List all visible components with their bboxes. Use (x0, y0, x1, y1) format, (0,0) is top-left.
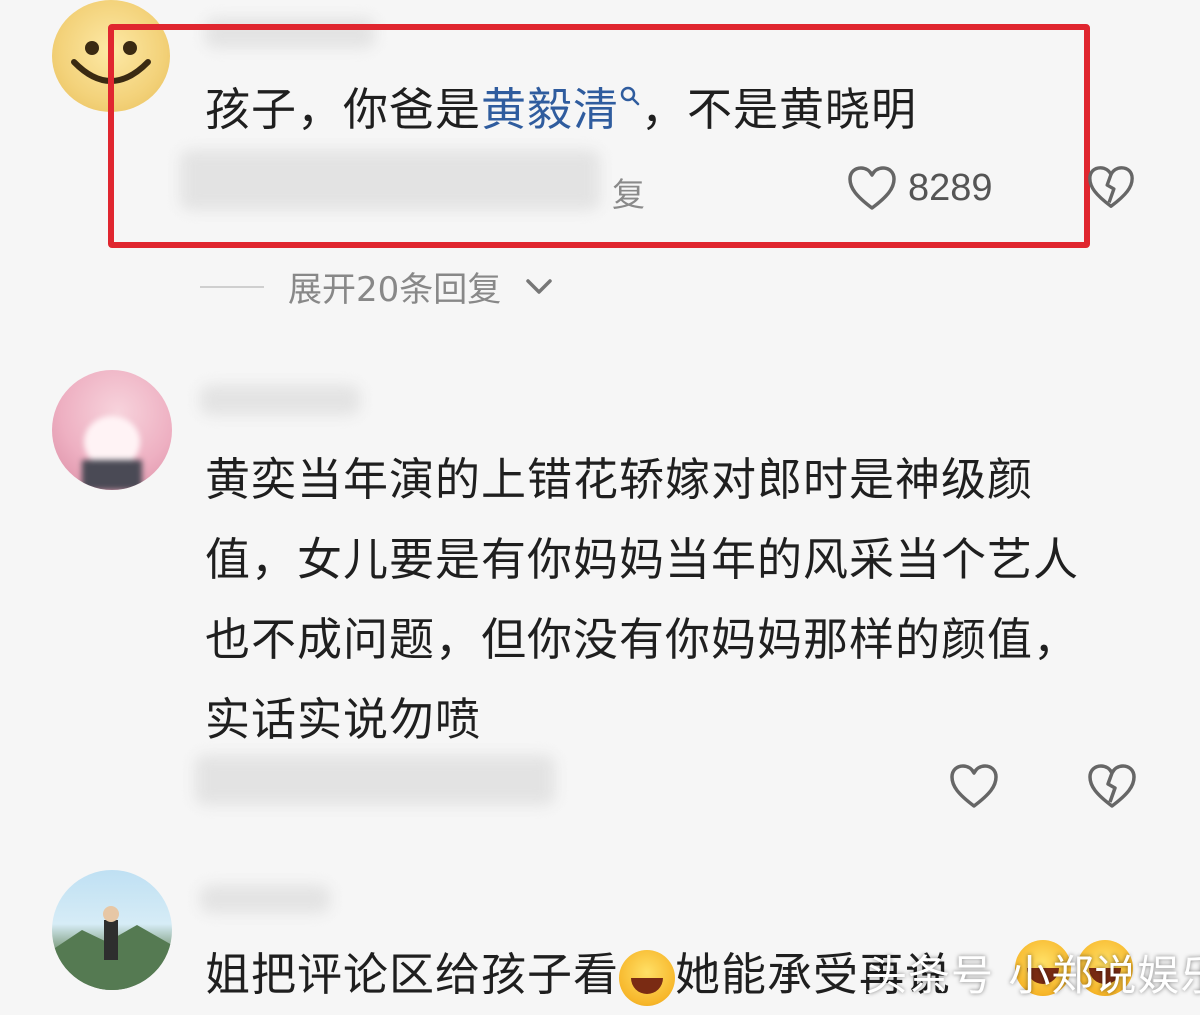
avatar-user-3[interactable] (52, 870, 172, 990)
like-button-1[interactable]: 8289 (846, 160, 993, 216)
broken-heart-icon (1088, 166, 1134, 208)
broken-heart-icon (1088, 764, 1136, 808)
comment-1-text-after: ，不是黄晓明 (641, 83, 918, 136)
avatar-user-2[interactable] (52, 370, 172, 490)
landscape-avatar-icon (52, 906, 172, 990)
search-link-label: 黄毅清 (481, 83, 620, 136)
divider-line (200, 285, 264, 288)
comment-1-text-before: 孩子，你爸是 (205, 83, 482, 136)
heart-outline-icon (848, 166, 896, 210)
reply-button[interactable]: 复 (612, 168, 645, 216)
search-link[interactable]: 黄毅清 (481, 83, 641, 136)
like-button-2[interactable] (948, 762, 1000, 810)
blurred-username-2 (200, 385, 360, 415)
blurred-meta-2 (195, 755, 555, 805)
heart-outline-icon (950, 764, 998, 808)
comment-1-text: 孩子，你爸是黄毅清 ，不是黄晓明 (205, 70, 1075, 150)
comment-2-text: 黄奕当年演的上错花轿嫁对郎时是神级颜值，女儿要是有你妈妈当年的风采当个艺人也不成… (205, 453, 1080, 746)
watermark: 头条号 小郑说娱乐 (865, 951, 1200, 1000)
expand-replies-label: 展开20条回复 (288, 270, 502, 310)
laughing-emoji-icon (619, 950, 676, 1006)
chevron-down-icon (526, 278, 553, 294)
like-count-1: 8289 (908, 166, 993, 209)
search-icon (620, 86, 640, 106)
dislike-button-2[interactable] (1086, 762, 1138, 810)
comment-3-text-before: 姐把评论区给孩子看 (205, 948, 620, 1001)
anime-avatar-icon (82, 416, 142, 490)
dislike-button-1[interactable] (1086, 162, 1136, 214)
blurred-username-3 (200, 885, 330, 913)
comment-3-text: 姐把评论区给孩子看 她能承受再说 (205, 935, 951, 1015)
expand-replies[interactable]: 展开20条回复 (200, 262, 553, 311)
blurred-meta-1 (180, 150, 600, 210)
